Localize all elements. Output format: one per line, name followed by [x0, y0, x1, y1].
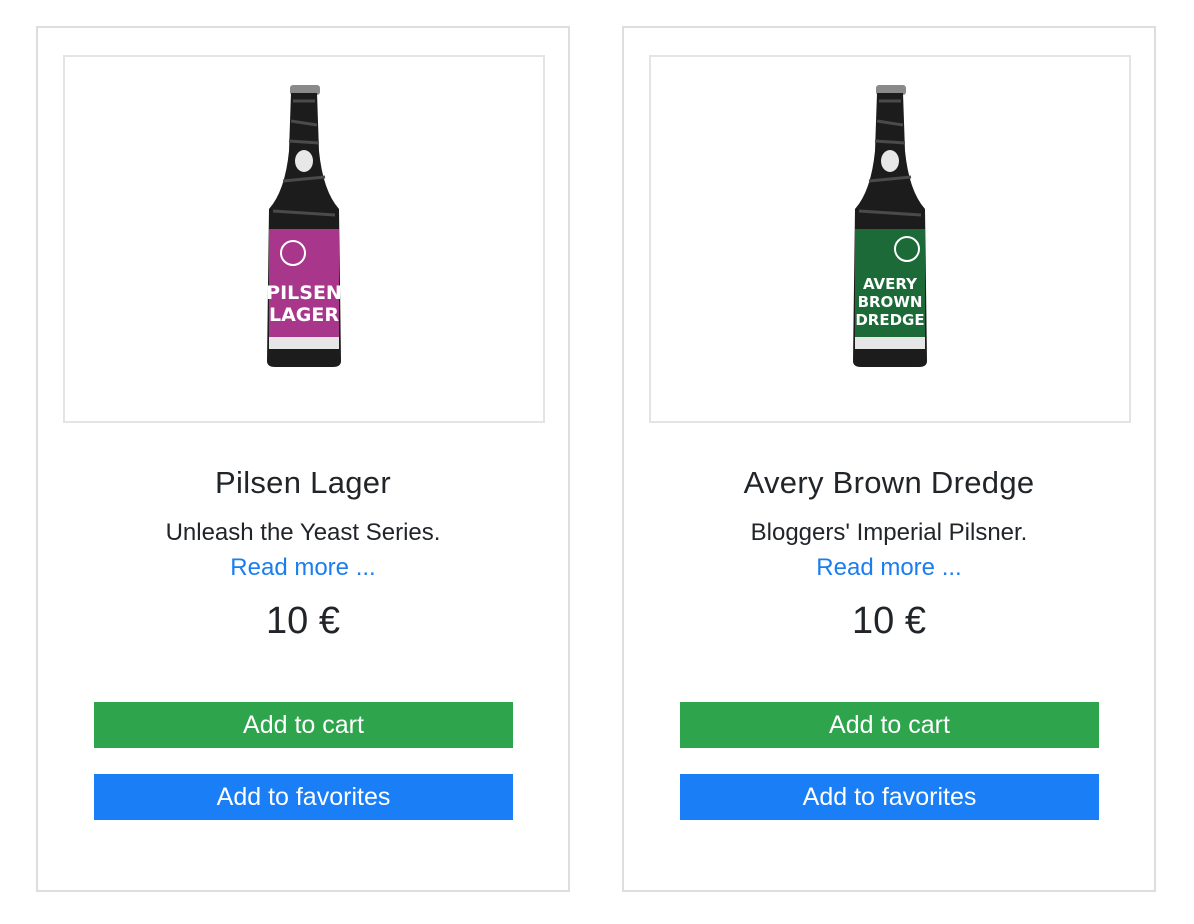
product-tagline: Unleash the Yeast Series.	[165, 519, 441, 546]
bottle-label-text: DREDGE	[855, 311, 924, 329]
read-more-link[interactable]: Read more ...	[624, 554, 1154, 582]
beer-bottle-image: AVERY BROWN DREDGE	[853, 85, 927, 367]
product-price: 10 €	[852, 600, 926, 642]
bottle-label-text: AVERY	[863, 275, 918, 293]
product-title: Avery Brown Dredge	[743, 465, 1035, 500]
product-image-frame: AVERY BROWN DREDGE	[649, 55, 1131, 423]
bottle-label-text: PILSEN	[266, 282, 342, 304]
add-to-cart-button[interactable]: Add to cart	[94, 702, 513, 748]
add-to-favorites-button[interactable]: Add to favorites	[680, 774, 1099, 820]
bottle-label-text: BROWN	[858, 293, 923, 311]
add-to-cart-button[interactable]: Add to cart	[680, 702, 1099, 748]
product-card: PILSEN LAGER Pilsen Lager Unleash the Ye…	[36, 26, 570, 892]
product-price: 10 €	[266, 600, 340, 642]
beer-bottle-image: PILSEN LAGER	[266, 85, 342, 367]
product-card: AVERY BROWN DREDGE Avery Brown Dredge Bl…	[622, 26, 1156, 892]
product-title: Pilsen Lager	[215, 465, 391, 500]
product-tagline: Bloggers' Imperial Pilsner.	[750, 519, 1028, 546]
product-image-frame: PILSEN LAGER	[63, 55, 545, 423]
read-more-link[interactable]: Read more ...	[38, 554, 568, 582]
add-to-favorites-button[interactable]: Add to favorites	[94, 774, 513, 820]
bottle-label-text: LAGER	[269, 304, 339, 326]
